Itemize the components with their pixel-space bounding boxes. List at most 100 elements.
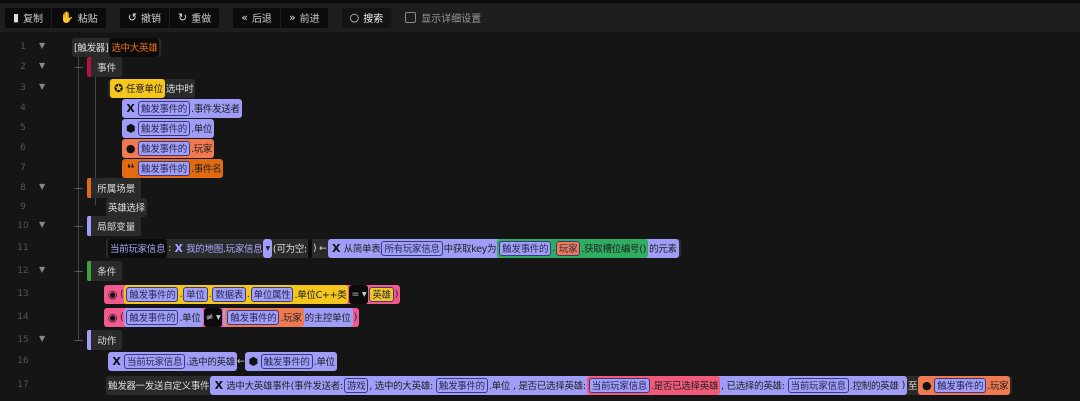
parameter-pill[interactable]: 触发事件的 xyxy=(260,353,313,369)
parameter-pill[interactable]: 触发事件的 xyxy=(126,286,179,302)
expression-block[interactable]: X 触发事件的 .事件发送者 xyxy=(122,98,242,118)
tree-row: 2 ▼ — 事件 xyxy=(0,57,1080,77)
collapse-arrow-icon[interactable]: ▼ xyxy=(39,265,45,274)
parameter-pill[interactable]: 当前玩家信息 xyxy=(588,377,650,393)
parameter-pill[interactable]: 游戏 xyxy=(343,377,369,393)
parameter-pill[interactable]: 触发事件的 xyxy=(227,309,280,325)
section-12[interactable]: 条件 xyxy=(87,261,123,281)
forward-button[interactable]: » 前进 xyxy=(281,8,328,28)
parameter-pill[interactable]: 当前玩家信息 xyxy=(124,353,186,369)
expression-block[interactable]: ◉(触发事件的 .单位 ≠ ▾ 触发事件的 .玩家 的主控单位) xyxy=(104,307,359,327)
section-10[interactable]: 局部变量 xyxy=(87,216,142,236)
tree-row: 4 X 触发事件的 .事件发送者 xyxy=(0,98,1080,118)
expression-block[interactable]: ≠ ▾ xyxy=(203,307,223,327)
expression-block[interactable]: = ▾ xyxy=(349,284,369,304)
tree-node[interactable]: ✪ 任意单位 选中时 xyxy=(108,78,196,98)
expression-block[interactable]: X 选中大英雄事件(事件发送者: 游戏, 选中的大英雄: 触发事件的 .单位, 是否已选… xyxy=(210,375,907,395)
line-number: 16 xyxy=(17,356,29,366)
expression-block[interactable]: 触发器一发送自定义事件 X 选中大英雄事件(事件发送者: 游戏, 选中的大英雄: 触发事… xyxy=(106,375,1013,395)
tree-node[interactable]: ⬢ 触发事件的 .单位 xyxy=(122,118,215,138)
parameter-pill[interactable]: 所有玩家信息 xyxy=(381,240,443,256)
tree-node[interactable]: X 触发事件的 .事件发送者 xyxy=(122,98,242,118)
tree-node[interactable]: — 所属场景 xyxy=(74,178,142,198)
parameter-pill[interactable]: 数据表 xyxy=(212,286,246,302)
expression-block[interactable]: ✪ 任意单位 选中时 xyxy=(108,78,196,98)
expression-block[interactable]: ◉(触发事件的. 单位. 数据表. 单位属性 .单位C++类 = ▾ 英雄) xyxy=(104,284,401,304)
undo-button[interactable]: ↺ 撤销 xyxy=(120,7,170,28)
tree-node[interactable]: 触发器一发送自定义事件 X 选中大英雄事件(事件发送者: 游戏, 选中的大英雄: 触发事… xyxy=(106,375,1013,395)
section-2[interactable]: 事件 xyxy=(87,57,123,77)
expression-block[interactable]: ▾ xyxy=(263,238,272,258)
tree-node[interactable]: 英雄选择 xyxy=(106,197,147,217)
expression-block[interactable]: 触发事件的 .单位 xyxy=(124,307,203,327)
tree-row: 8 ▼ — 所属场景 xyxy=(0,178,1080,198)
parameter-pill[interactable]: 触发事件的 xyxy=(435,377,488,393)
expression-block[interactable]: 当前玩家信息: X 我的地图.玩家信息 ▾ (可为空: ) ← X 从简单表 所有玩家信息 中获… xyxy=(106,238,681,258)
parameter-pill[interactable]: 触发事件的 xyxy=(499,240,552,256)
tree-node[interactable]: — 局部变量 xyxy=(74,216,142,236)
parameter-pill[interactable]: 触发事件的 xyxy=(138,160,191,176)
expression-block[interactable]: 触发事件的 .玩家 的主控单位 xyxy=(223,307,353,327)
tree-node[interactable]: ● 触发事件的 .玩家 xyxy=(122,138,215,158)
expression-block[interactable]: 触发事件的. 玩家 .获取槽位编号() xyxy=(497,238,649,258)
tree-node[interactable]: X 当前玩家信息 .选中的英雄 ← ⬢ 触发事件的 .单位 xyxy=(108,351,337,371)
expression-block[interactable]: 当前玩家信息 .控制的英雄 xyxy=(785,375,901,395)
parameter-pill[interactable]: 玩家 xyxy=(555,240,581,256)
tree-node[interactable]: ◉(触发事件的 .单位 ≠ ▾ 触发事件的 .玩家 的主控单位) xyxy=(104,307,359,327)
expression-block[interactable]: 触发事件的 .玩家 xyxy=(225,307,304,327)
block-text: ) ← xyxy=(312,242,327,254)
line-number: 3 xyxy=(20,83,26,93)
collapse-arrow-icon[interactable]: ▼ xyxy=(39,41,45,50)
tree-node[interactable]: ❛❛ 触发事件的 .事件名 xyxy=(122,158,224,178)
expression-block[interactable]: ● 触发事件的 .玩家 xyxy=(918,375,1011,395)
expression-block[interactable]: 英雄选择 xyxy=(106,197,147,217)
section-8[interactable]: 所属场景 xyxy=(87,178,142,198)
tree-node[interactable]: 当前玩家信息: X 我的地图.玩家信息 ▾ (可为空: ) ← X 从简单表 所有玩家信息 中获… xyxy=(106,238,681,258)
parameter-pill[interactable]: 触发事件的 xyxy=(934,377,987,393)
section-15[interactable]: 动作 xyxy=(87,330,123,350)
expression-block[interactable]: [触发器] 选中大英雄 xyxy=(72,37,162,57)
tree-node[interactable]: [触发器] 选中大英雄 xyxy=(72,37,162,57)
expression-block[interactable]: ❛❛ 触发事件的 .事件名 xyxy=(122,158,224,178)
expression-block[interactable]: 触发事件的 .单位 xyxy=(433,375,513,395)
collapse-arrow-icon[interactable]: ▼ xyxy=(39,61,45,70)
tree-node[interactable]: — 条件 xyxy=(74,261,123,281)
expression-block[interactable]: ⬢ 触发事件的 .单位 xyxy=(244,351,337,371)
parameter-pill[interactable]: 触发事件的 xyxy=(138,120,191,136)
expression-block[interactable]: 当前玩家信息 .是否已选择英雄 xyxy=(586,375,721,395)
redo-button[interactable]: ↻ 重做 xyxy=(170,8,219,28)
expression-block[interactable]: 当前玩家信息 xyxy=(108,238,168,258)
parameter-pill[interactable]: 触发事件的 xyxy=(138,140,191,156)
collapse-arrow-icon[interactable]: ▼ xyxy=(39,182,45,191)
quote-icon: ❛❛ xyxy=(126,161,135,175)
expression-block[interactable]: 触发事件的. 单位. 数据表. 单位属性 .单位C++类 xyxy=(124,284,349,304)
expression-block[interactable]: ● 触发事件的 .玩家 xyxy=(122,138,215,158)
parameter-pill[interactable]: 触发事件的 xyxy=(126,309,179,325)
block-text: ) xyxy=(394,288,399,300)
expression-block[interactable]: X 从简单表 所有玩家信息 中获取key为 触发事件的. 玩家 .获取槽位编号() 的元素 xyxy=(327,238,679,258)
tree-node[interactable]: — 动作 xyxy=(74,330,123,350)
tree-node[interactable]: — 事件 xyxy=(74,57,123,77)
parameter-pill[interactable]: 英雄 xyxy=(369,286,394,302)
tree-node[interactable]: ◉(触发事件的. 单位. 数据表. 单位属性 .单位C++类 = ▾ 英雄) xyxy=(104,284,401,304)
cube-icon: ⬢ xyxy=(248,354,258,368)
expression-block[interactable] xyxy=(307,238,312,258)
expression-block[interactable]: ⬢ 触发事件的 .单位 xyxy=(122,118,215,138)
expression-block[interactable]: ✪ 任意单位 xyxy=(110,78,165,98)
paste-button[interactable]: ✋ 粘贴 xyxy=(52,8,106,28)
collapse-arrow-icon[interactable]: ▼ xyxy=(39,220,45,229)
variable-x-icon: X xyxy=(126,101,135,115)
parameter-pill[interactable]: 单位 xyxy=(183,286,208,302)
parameter-pill[interactable]: 单位属性 xyxy=(250,286,294,302)
collapse-arrow-icon[interactable]: ▼ xyxy=(39,82,45,91)
copy-button[interactable]: ▮ 复制 xyxy=(5,7,53,28)
show-details-checkbox[interactable]: 显示详细设置 xyxy=(405,10,481,25)
back-button[interactable]: «后退 xyxy=(233,7,281,28)
collapse-arrow-icon[interactable]: ▼ xyxy=(39,334,45,343)
expression-block[interactable]: X 当前玩家信息 .选中的英雄 xyxy=(108,351,237,371)
parameter-pill[interactable]: 当前玩家信息 xyxy=(787,377,849,393)
expression-block[interactable]: 选中大英雄 xyxy=(109,37,160,57)
search-button[interactable]: ○ 搜索 xyxy=(342,8,392,28)
parameter-pill[interactable]: 触发事件的 xyxy=(138,100,191,116)
block-text: : xyxy=(168,242,172,254)
